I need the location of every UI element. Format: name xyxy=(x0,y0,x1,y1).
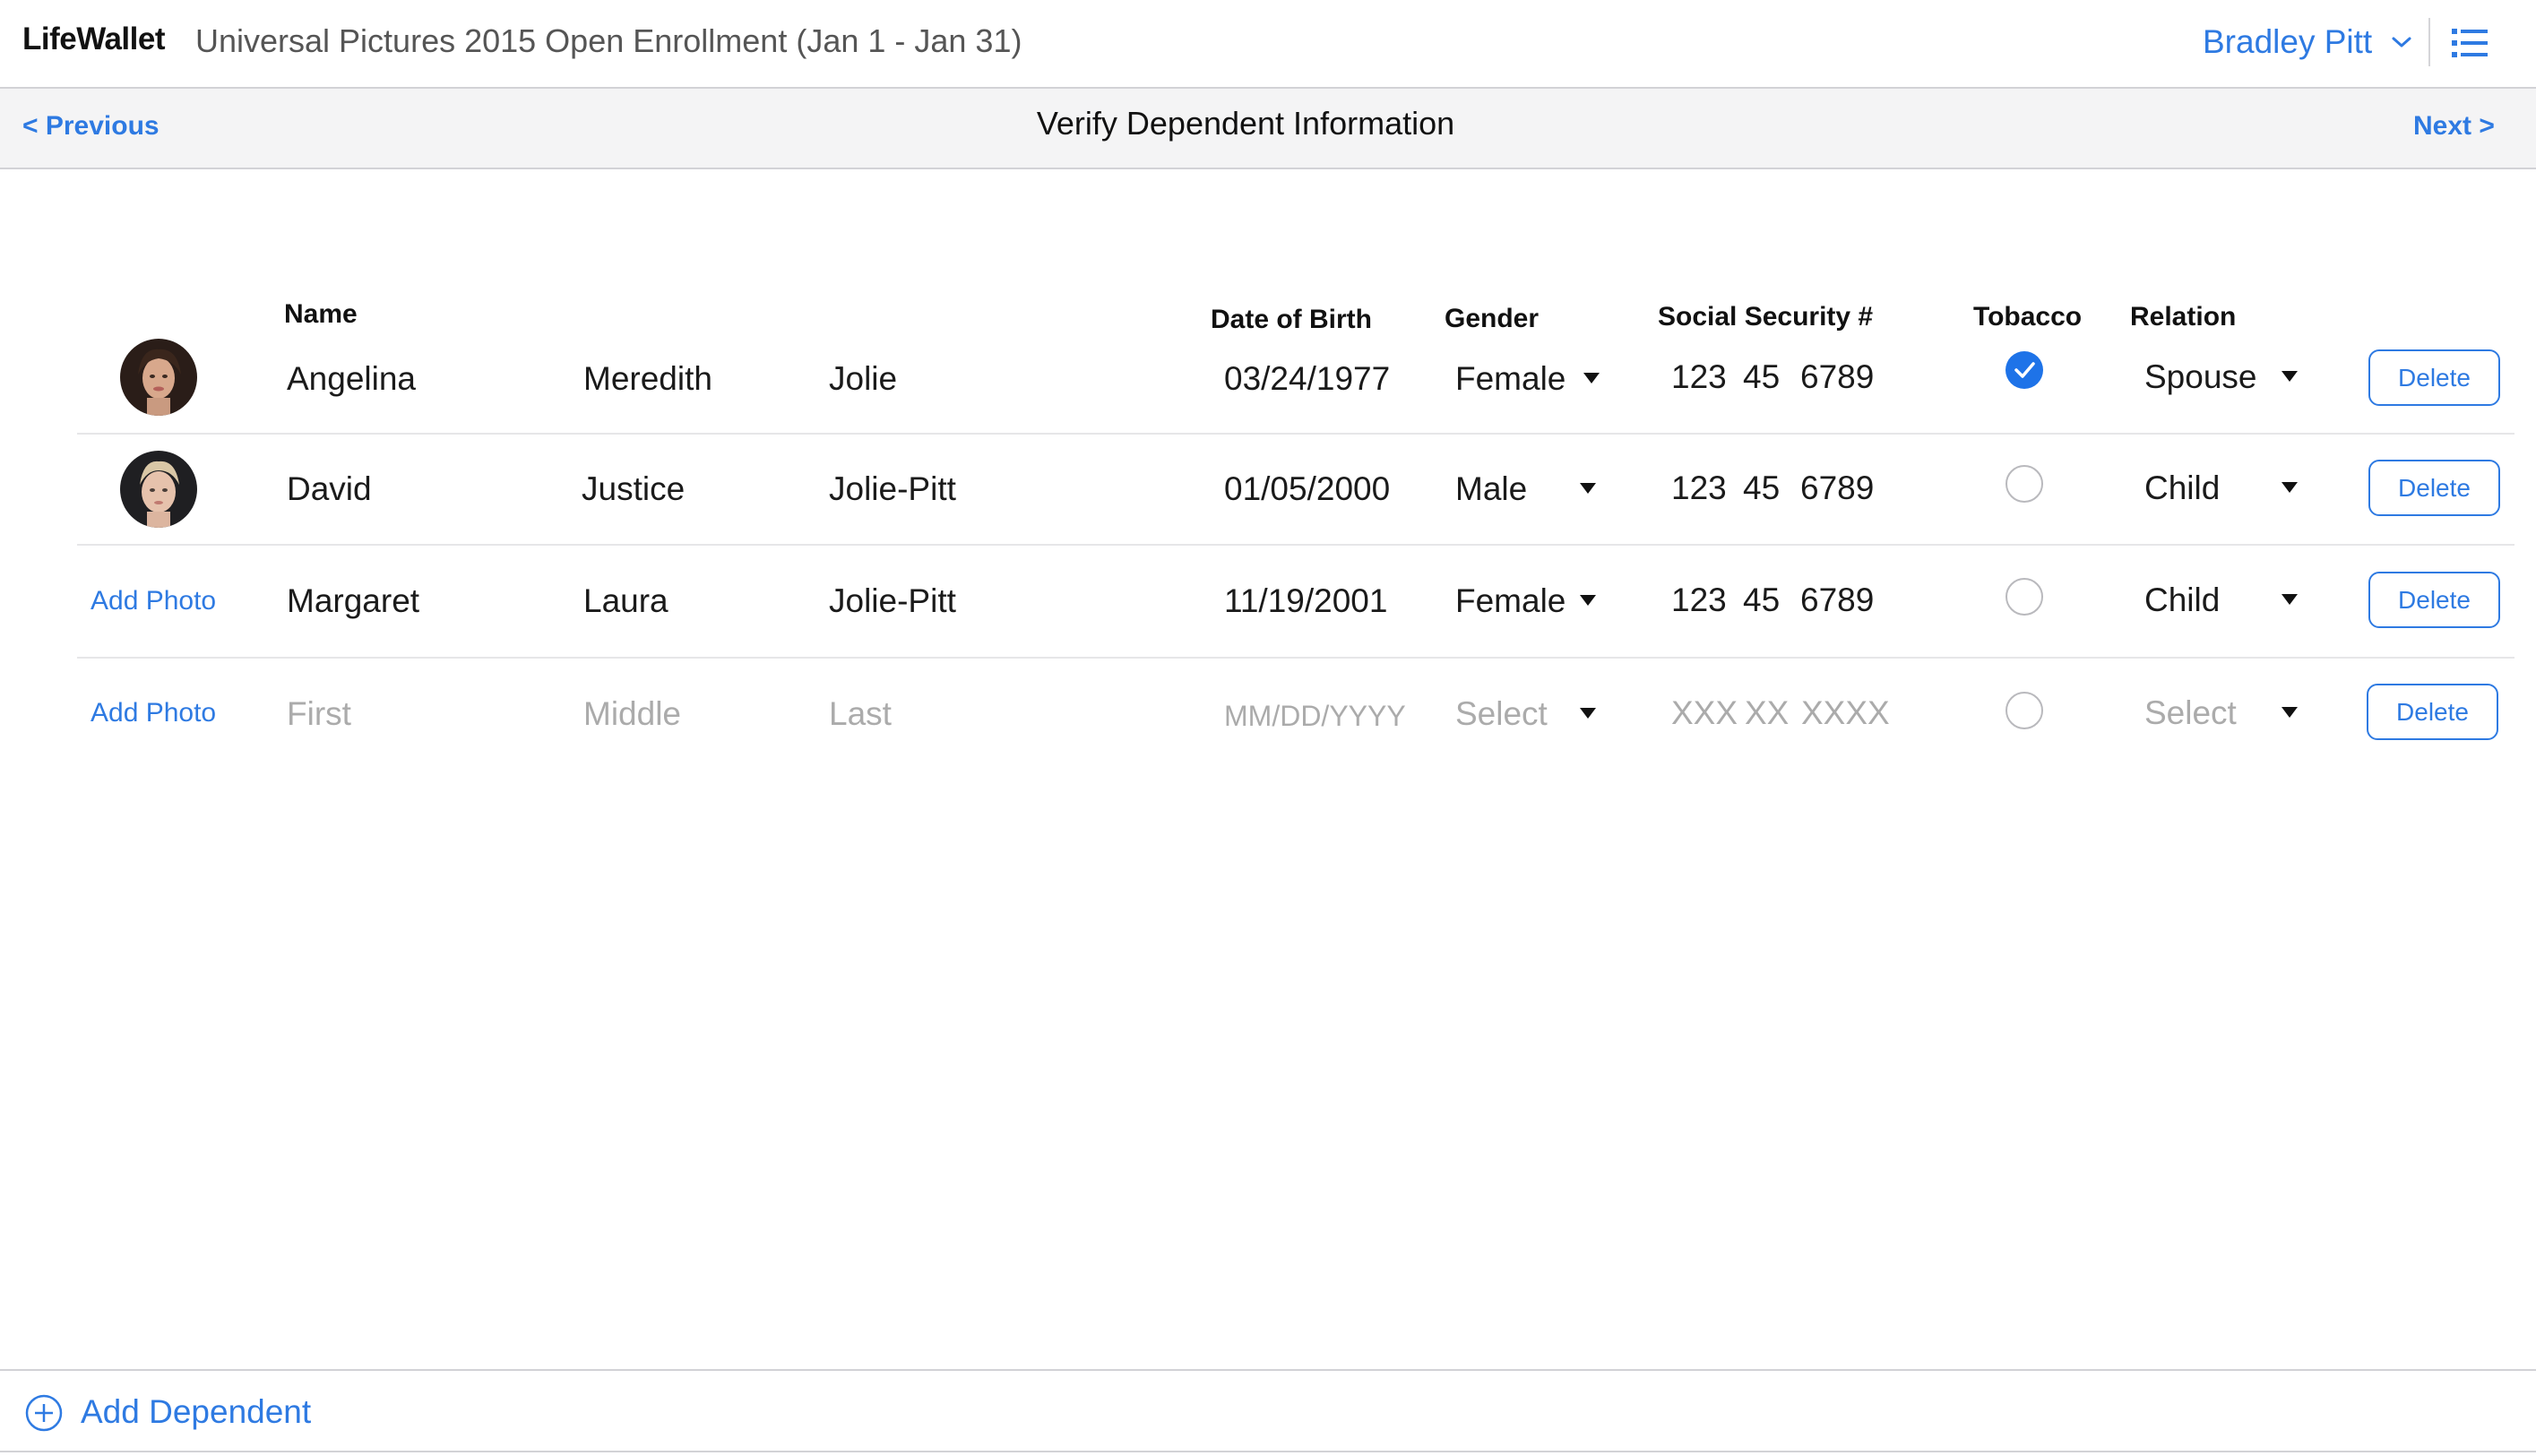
gender-value: Select xyxy=(1455,695,1548,732)
tobacco-checkbox[interactable] xyxy=(2006,351,2043,389)
enrollment-title: Universal Pictures 2015 Open Enrollment … xyxy=(195,22,1022,59)
column-header-gender: Gender xyxy=(1445,304,1540,333)
dob-field[interactable]: 01/05/2000 xyxy=(1224,470,1390,508)
add-photo-link[interactable]: Add Photo xyxy=(91,698,216,728)
ssn-area-field[interactable]: 123 xyxy=(1671,358,1727,396)
ssn-serial-field[interactable]: 6789 xyxy=(1800,582,1874,619)
add-dependent-label: Add Dependent xyxy=(81,1393,312,1430)
avatar[interactable] xyxy=(120,451,197,528)
column-header-name: Name xyxy=(284,299,358,329)
first-name-field[interactable]: Angelina xyxy=(287,360,416,398)
middle-name-input[interactable]: Middle xyxy=(583,695,681,733)
chevron-down-icon[interactable] xyxy=(2391,32,2412,52)
caret-down-icon xyxy=(1583,373,1600,383)
relation-value: Child xyxy=(2144,470,2221,506)
column-header-tobacco: Tobacco xyxy=(1973,302,2083,332)
delete-button[interactable]: Delete xyxy=(2367,684,2498,740)
first-name-field[interactable]: David xyxy=(287,470,372,508)
caret-down-icon xyxy=(1580,595,1596,606)
dob-field[interactable]: 03/24/1977 xyxy=(1224,360,1390,398)
last-name-input[interactable]: Last xyxy=(829,695,892,733)
ssn-group-input[interactable]: XX xyxy=(1745,694,1789,732)
footer-divider xyxy=(0,1369,2536,1371)
delete-button[interactable]: Delete xyxy=(2368,349,2500,406)
dependent-photo xyxy=(120,451,197,528)
gender-value: Male xyxy=(1455,470,1528,507)
last-name-field[interactable]: Jolie-Pitt xyxy=(829,470,956,508)
delete-button[interactable]: Delete xyxy=(2368,572,2500,628)
check-icon xyxy=(2014,362,2035,378)
footer-bottom-divider xyxy=(0,1451,2536,1452)
caret-down-icon xyxy=(2282,482,2298,493)
page-title: Verify Dependent Information xyxy=(1036,105,1455,142)
middle-name-field[interactable]: Justice xyxy=(582,470,685,508)
row-divider xyxy=(77,544,2514,546)
ssn-serial-input[interactable]: XXXX xyxy=(1801,694,1890,732)
list-menu-icon[interactable] xyxy=(2452,27,2488,59)
app-logo[interactable]: LifeWallet xyxy=(22,22,166,57)
ssn-area-field[interactable]: 123 xyxy=(1671,470,1727,507)
relation-value: Spouse xyxy=(2144,358,2257,395)
avatar[interactable] xyxy=(120,339,197,416)
last-name-field[interactable]: Jolie-Pitt xyxy=(829,582,956,620)
caret-down-icon xyxy=(2282,594,2298,605)
add-photo-link[interactable]: Add Photo xyxy=(91,586,216,616)
dependent-photo xyxy=(120,339,197,416)
row-divider xyxy=(77,433,2514,435)
ssn-area-field[interactable]: 123 xyxy=(1671,582,1727,619)
middle-name-field[interactable]: Laura xyxy=(583,582,669,620)
middle-name-field[interactable]: Meredith xyxy=(583,360,712,398)
ssn-group-field[interactable]: 45 xyxy=(1743,358,1780,396)
dob-input[interactable]: MM/DD/YYYY xyxy=(1224,700,1406,733)
next-link[interactable]: Next > xyxy=(2413,111,2495,142)
column-header-ssn: Social Security # xyxy=(1658,302,1874,332)
relation-value: Select xyxy=(2144,694,2237,731)
delete-button[interactable]: Delete xyxy=(2368,460,2500,516)
dob-field[interactable]: 11/19/2001 xyxy=(1224,582,1387,620)
plus-circle-icon xyxy=(25,1394,63,1432)
tobacco-checkbox[interactable] xyxy=(2006,692,2043,729)
user-menu[interactable]: Bradley Pitt xyxy=(2203,23,2372,61)
gender-value: Female xyxy=(1455,360,1566,397)
tobacco-checkbox[interactable] xyxy=(2006,578,2043,616)
first-name-field[interactable]: Margaret xyxy=(287,582,419,620)
gender-value: Female xyxy=(1455,582,1566,619)
ssn-group-field[interactable]: 45 xyxy=(1743,470,1780,507)
tobacco-checkbox[interactable] xyxy=(2006,465,2043,503)
caret-down-icon xyxy=(2282,707,2298,718)
first-name-input[interactable]: First xyxy=(287,695,351,733)
header-divider xyxy=(2428,18,2430,66)
ssn-serial-field[interactable]: 6789 xyxy=(1800,470,1874,507)
ssn-serial-field[interactable]: 6789 xyxy=(1800,358,1874,396)
row-divider xyxy=(77,657,2514,659)
last-name-field[interactable]: Jolie xyxy=(829,360,897,398)
column-header-dob: Date of Birth xyxy=(1211,305,1372,334)
caret-down-icon xyxy=(1580,708,1596,719)
caret-down-icon xyxy=(2282,371,2298,382)
ssn-area-input[interactable]: XXX xyxy=(1671,694,1738,732)
ssn-group-field[interactable]: 45 xyxy=(1743,582,1780,619)
relation-value: Child xyxy=(2144,582,2221,618)
caret-down-icon xyxy=(1580,483,1596,494)
column-header-relation: Relation xyxy=(2130,302,2237,332)
